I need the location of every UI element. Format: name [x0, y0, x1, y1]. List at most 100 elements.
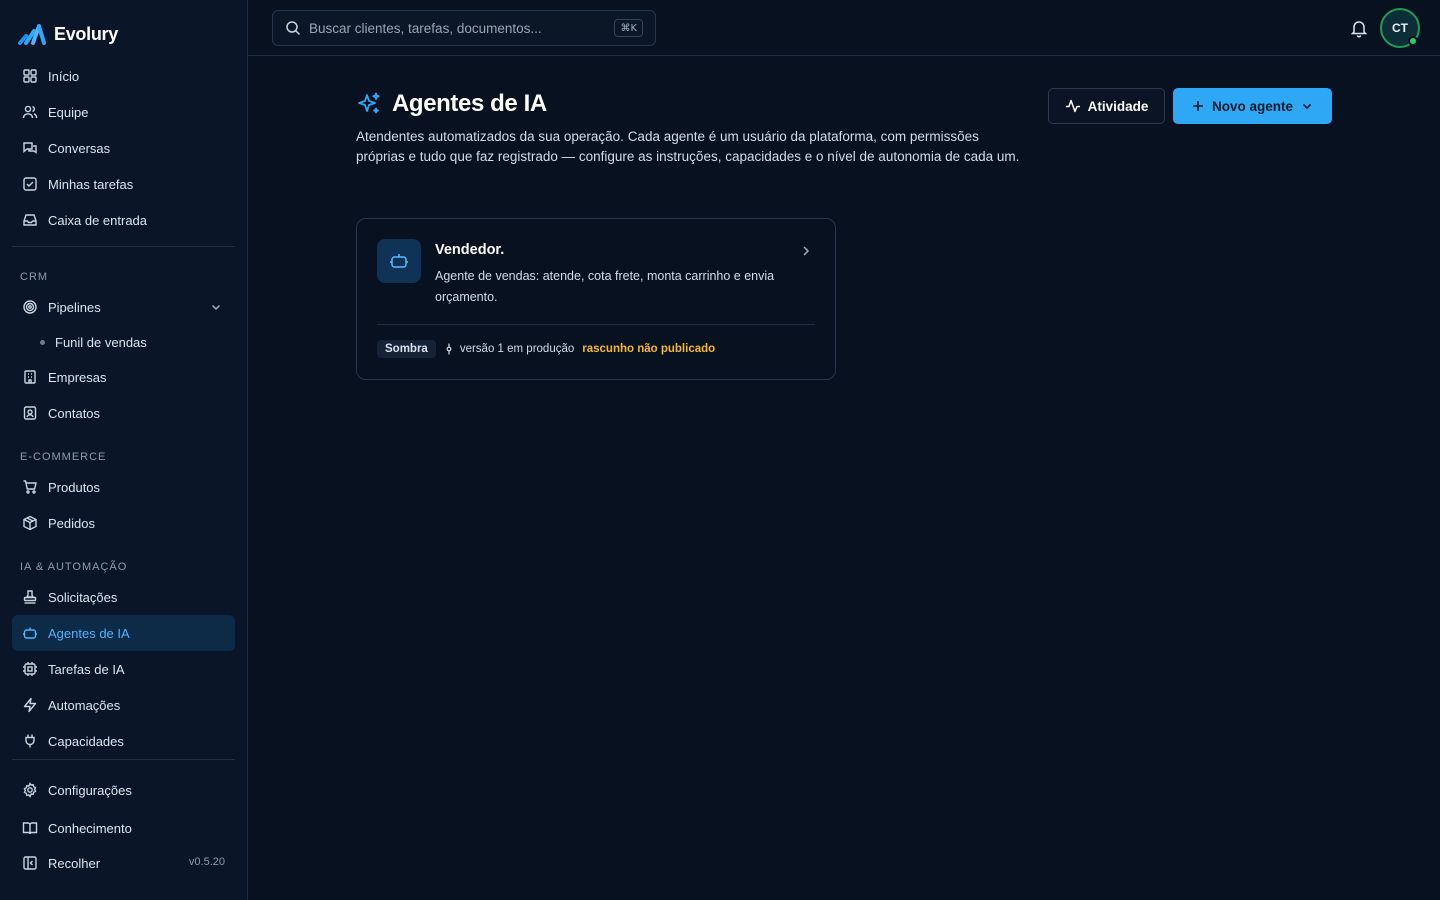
sidebar-item-label: Pedidos [48, 515, 95, 531]
bot-icon [377, 239, 421, 283]
sidebar-item-configuracoes[interactable]: Configurações [12, 772, 235, 808]
task-check-icon [22, 176, 38, 192]
sidebar-item-label: Agentes de IA [48, 625, 130, 641]
agent-card[interactable]: Vendedor. Agente de vendas: atende, cota… [356, 218, 836, 380]
agent-version-text: versão 1 em produção [459, 343, 575, 355]
sidebar-item-label: Tarefas de IA [48, 661, 125, 677]
sidebar-item-conversas[interactable]: Conversas [12, 130, 235, 166]
search-shortcut-badge: ⌘K [614, 19, 643, 37]
bullet-dot-icon [40, 339, 45, 345]
page-title: Agentes de IA [392, 90, 547, 117]
sidebar-item-conhecimento[interactable]: Conhecimento [12, 810, 235, 846]
agent-version: versão 1 em produção [444, 343, 574, 355]
sidebar-divider [12, 246, 235, 247]
plus-icon [1191, 99, 1205, 113]
sidebar-item-label: Equipe [48, 104, 89, 120]
section-label-ia-automacao: IA & AUTOMAÇÃO [20, 561, 128, 573]
page-header: Agentes de IA [356, 90, 547, 118]
collapse-icon [22, 855, 38, 871]
avatar-initials: CT [1392, 21, 1408, 35]
sidebar-item-label: Funil de vendas [55, 334, 147, 350]
sparkles-icon [356, 91, 382, 117]
chevron-right-icon[interactable] [799, 244, 813, 258]
chat-icon [22, 140, 38, 156]
stamp-icon [22, 589, 38, 605]
contact-icon [22, 405, 38, 421]
sidebar-item-automacoes[interactable]: Automações [12, 687, 235, 723]
sidebar-item-label: Conhecimento [48, 820, 132, 836]
sidebar-item-pedidos[interactable]: Pedidos [12, 505, 235, 541]
sidebar-item-label: Pipelines [48, 299, 101, 315]
top-bar: ⌘K CT [248, 0, 1440, 56]
package-icon [22, 515, 38, 531]
sidebar-subitem-funil-de-vendas[interactable]: Funil de vendas [12, 327, 235, 357]
sidebar-item-label: Início [48, 68, 80, 84]
sidebar-item-label: Caixa de entrada [48, 212, 148, 228]
agent-mode-tag: Sombra [377, 340, 436, 358]
sidebar-item-tarefas-de-ia[interactable]: Tarefas de IA [12, 651, 235, 687]
logo-icon [18, 23, 46, 45]
zap-icon [22, 697, 38, 713]
bot-icon [22, 625, 38, 641]
sidebar-item-label: Capacidades [48, 733, 124, 749]
agent-meta: Sombra versão 1 em produção rascunho não… [377, 339, 715, 359]
home-grid-icon [22, 68, 38, 84]
sidebar-item-pipelines[interactable]: Pipelines [12, 289, 235, 325]
agent-description: Agente de vendas: atende, cota frete, mo… [435, 269, 775, 304]
sidebar-item-caixa-de-entrada[interactable]: Caixa de entrada [12, 202, 235, 238]
app-version: v0.5.20 [188, 856, 225, 868]
inbox-icon [22, 212, 38, 228]
plug-icon [22, 733, 38, 749]
activity-button[interactable]: Atividade [1048, 88, 1165, 124]
new-agent-button-label: Novo agente [1211, 98, 1293, 114]
section-label-crm: CRM [20, 271, 49, 283]
search-bar[interactable]: ⌘K [272, 10, 656, 46]
chevron-down-icon[interactable] [209, 300, 223, 314]
sidebar-item-label: Empresas [48, 369, 107, 385]
sidebar-item-label: Produtos [48, 479, 101, 495]
cart-icon [22, 479, 38, 495]
brand[interactable]: Evolury [18, 22, 118, 46]
card-divider [377, 324, 815, 325]
sidebar-item-equipe[interactable]: Equipe [12, 94, 235, 130]
online-status-indicator [1408, 36, 1418, 46]
search-input[interactable] [309, 20, 609, 36]
sidebar-item-recolher[interactable]: Recolher v0.5.20 [12, 845, 235, 881]
sidebar-item-label: Contatos [48, 405, 101, 421]
users-icon [22, 104, 38, 120]
sidebar-item-label: Conversas [48, 140, 111, 156]
new-agent-button[interactable]: Novo agente [1173, 88, 1332, 124]
sidebar-divider [12, 759, 235, 760]
notification-bell-icon[interactable] [1349, 18, 1369, 38]
page-description: Atendentes automatizados da sua operação… [356, 129, 1020, 164]
sidebar-item-minhas-tarefas[interactable]: Minhas tarefas [12, 166, 235, 202]
sidebar-item-label: Recolher [48, 855, 101, 871]
gear-icon [22, 782, 38, 798]
section-label-ecommerce: E-COMMERCE [20, 451, 107, 463]
sidebar-item-label: Automações [48, 697, 121, 713]
user-avatar[interactable]: CT [1380, 8, 1420, 48]
agent-draft-status: rascunho não publicado [582, 343, 716, 355]
sidebar-item-produtos[interactable]: Produtos [12, 469, 235, 505]
sidebar-item-label: Minhas tarefas [48, 176, 134, 192]
chevron-down-icon [1300, 99, 1314, 113]
sidebar-item-label: Solicitações [48, 589, 118, 605]
sidebar-item-empresas[interactable]: Empresas [12, 359, 235, 395]
sidebar-item-capacidades[interactable]: Capacidades [12, 723, 235, 759]
activity-pulse-icon [1065, 98, 1081, 114]
search-icon [285, 20, 301, 36]
brand-name: Evolury [54, 23, 118, 44]
sidebar: Evolury Início Equipe Conversas Minhas t… [0, 0, 248, 900]
sidebar-item-inicio[interactable]: Início [12, 58, 235, 94]
cpu-icon [22, 661, 38, 677]
sidebar-item-label: Configurações [48, 782, 132, 798]
sidebar-item-contatos[interactable]: Contatos [12, 395, 235, 431]
sidebar-item-agentes-de-ia[interactable]: Agentes de IA [12, 615, 235, 651]
book-icon [22, 820, 38, 836]
target-icon [22, 299, 38, 315]
building-icon [22, 369, 38, 385]
agent-name: Vendedor. [435, 242, 505, 258]
commit-icon [444, 343, 454, 355]
activity-button-label: Atividade [1087, 98, 1149, 114]
sidebar-item-solicitacoes[interactable]: Solicitações [12, 579, 235, 615]
